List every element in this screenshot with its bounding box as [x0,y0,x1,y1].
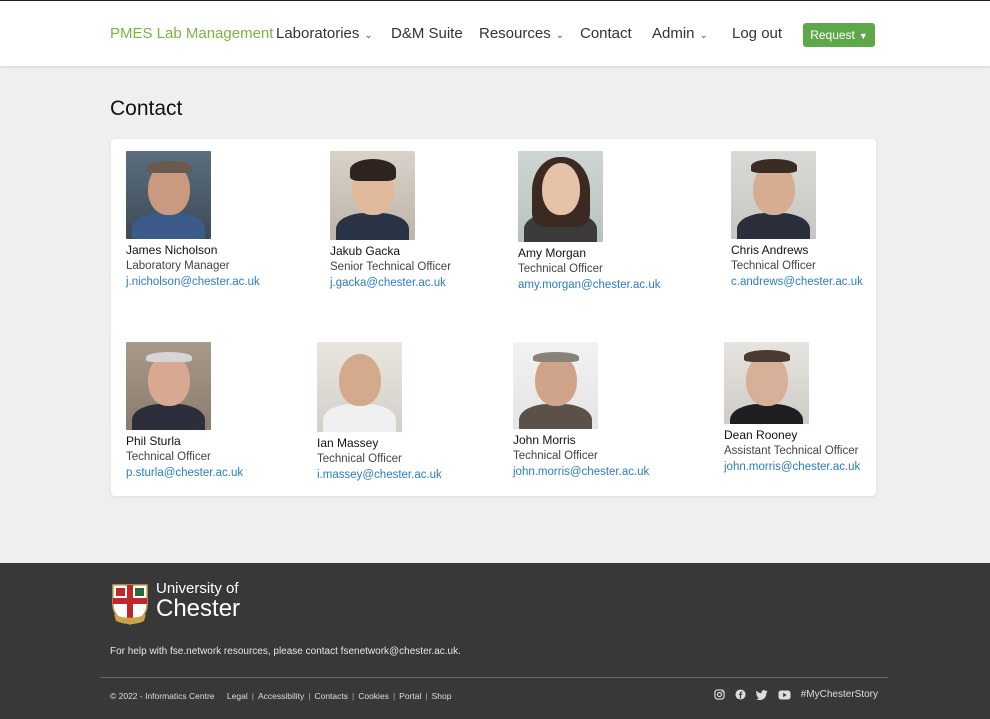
contact-name: Dean Rooney [724,428,798,442]
contact-role: Laboratory Manager [126,260,230,272]
nav-admin-label: Admin [652,25,695,42]
avatar [513,342,598,429]
help-email-link[interactable]: fsenetwork@chester.ac.uk [341,646,458,657]
university-logo[interactable]: University of Chester [110,581,255,627]
contact-name: Chris Andrews [731,243,809,257]
contact-name: James Nicholson [126,243,218,257]
copyright: © 2022 - Informatics Centre [110,691,215,701]
contact-email-link[interactable]: p.sturla@chester.ac.uk [126,467,243,479]
help-text: For help with fse.network resources, ple… [110,646,461,657]
contact-card: Amy Morgan Technical Officer amy.morgan@… [518,151,661,291]
contact-name: Phil Sturla [126,434,181,448]
nav-contact[interactable]: Contact [580,25,632,42]
contact-name: John Morris [513,433,576,447]
site-footer: University of Chester For help with fse.… [0,563,990,719]
university-wordmark: University of Chester [156,581,240,621]
contact-email-link[interactable]: amy.morgan@chester.ac.uk [518,279,661,291]
contact-role: Technical Officer [731,260,816,272]
contact-card: Jakub Gacka Senior Technical Officer j.g… [330,151,451,289]
contact-role: Senior Technical Officer [330,261,452,273]
contact-card: John Morris Technical Officer john.morri… [513,342,649,478]
contact-card: Dean Rooney Assistant Technical Officer … [724,342,860,473]
footer-link-contacts[interactable]: Contacts [314,691,348,701]
chevron-down-icon: ⌄ [364,30,373,41]
nav-dm-suite-label: D&M Suite [391,25,463,42]
avatar [126,342,211,430]
request-button-label: Request [810,28,855,42]
contact-role: Technical Officer [317,453,402,465]
contact-role: Assistant Technical Officer [724,445,859,457]
nav-laboratories[interactable]: Laboratories ⌄ [276,25,373,42]
contact-name: Jakub Gacka [330,244,401,258]
footer-link-shop[interactable]: Shop [432,691,452,701]
page-title: Contact [110,97,183,120]
request-button[interactable]: Request ▼ [803,23,875,47]
avatar [731,151,816,239]
footer-link-cookies[interactable]: Cookies [358,691,389,701]
twitter-icon[interactable] [755,689,768,700]
nav-resources[interactable]: Resources ⌄ [479,25,564,42]
nav-laboratories-label: Laboratories [276,25,360,42]
hashtag-link[interactable]: #MyChesterStory [801,689,878,700]
nav-logout-label: Log out [732,25,783,42]
avatar [518,151,603,242]
avatar [317,342,402,432]
youtube-icon[interactable] [778,690,791,700]
footer-link-legal[interactable]: Legal [227,691,248,701]
contact-role: Technical Officer [513,450,598,462]
contact-card: Phil Sturla Technical Officer p.sturla@c… [126,342,243,479]
avatar [126,151,211,239]
logo-line-2: Chester [156,595,241,622]
brand-link[interactable]: PMES Lab Management [110,25,273,42]
avatar [330,151,415,240]
social-links: #MyChesterStory [714,689,878,700]
nav-logout[interactable]: Log out [732,25,782,42]
contact-card: James Nicholson Laboratory Manager j.nic… [126,151,260,288]
facebook-icon[interactable] [735,689,746,700]
contact-card: Ian Massey Technical Officer i.massey@ch… [317,342,442,481]
contact-role: Technical Officer [518,263,603,275]
help-text-end: . [458,646,461,657]
logo-line-1: University of [156,580,239,597]
contacts-card: James Nicholson Laboratory Manager j.nic… [111,139,876,496]
footer-divider [100,677,888,678]
nav-admin[interactable]: Admin ⌄ [652,25,708,42]
contact-email-link[interactable]: j.gacka@chester.ac.uk [330,277,451,289]
contact-card: Chris Andrews Technical Officer c.andrew… [731,151,863,288]
contact-role: Technical Officer [126,451,211,463]
chevron-down-icon: ▼ [858,31,868,41]
help-text-prefix: For help with fse.network resources, ple… [110,646,341,657]
footer-link-accessibility[interactable]: Accessibility [258,691,304,701]
contact-email-link[interactable]: j.nicholson@chester.ac.uk [126,276,260,288]
chevron-down-icon: ⌄ [699,30,708,41]
footer-link-portal[interactable]: Portal [399,691,421,701]
contact-name: Ian Massey [317,436,379,450]
footer-links: © 2022 - Informatics Centre Legal | Access… [110,691,452,701]
contact-email-link[interactable]: i.massey@chester.ac.uk [317,469,442,481]
nav-resources-label: Resources [479,25,551,42]
university-crest-icon [112,584,148,625]
nav-contact-label: Contact [580,25,632,42]
avatar [724,342,809,424]
contact-email-link[interactable]: john.morris@chester.ac.uk [724,461,860,473]
chevron-down-icon: ⌄ [555,30,565,41]
contact-email-link[interactable]: c.andrews@chester.ac.uk [731,276,863,288]
contact-email-link[interactable]: john.morris@chester.ac.uk [513,466,649,478]
top-navbar: PMES Lab Management Laboratories ⌄ D&M Su… [0,0,990,66]
contact-name: Amy Morgan [518,246,587,260]
instagram-icon[interactable] [714,689,725,700]
nav-dm-suite[interactable]: D&M Suite [391,25,463,42]
